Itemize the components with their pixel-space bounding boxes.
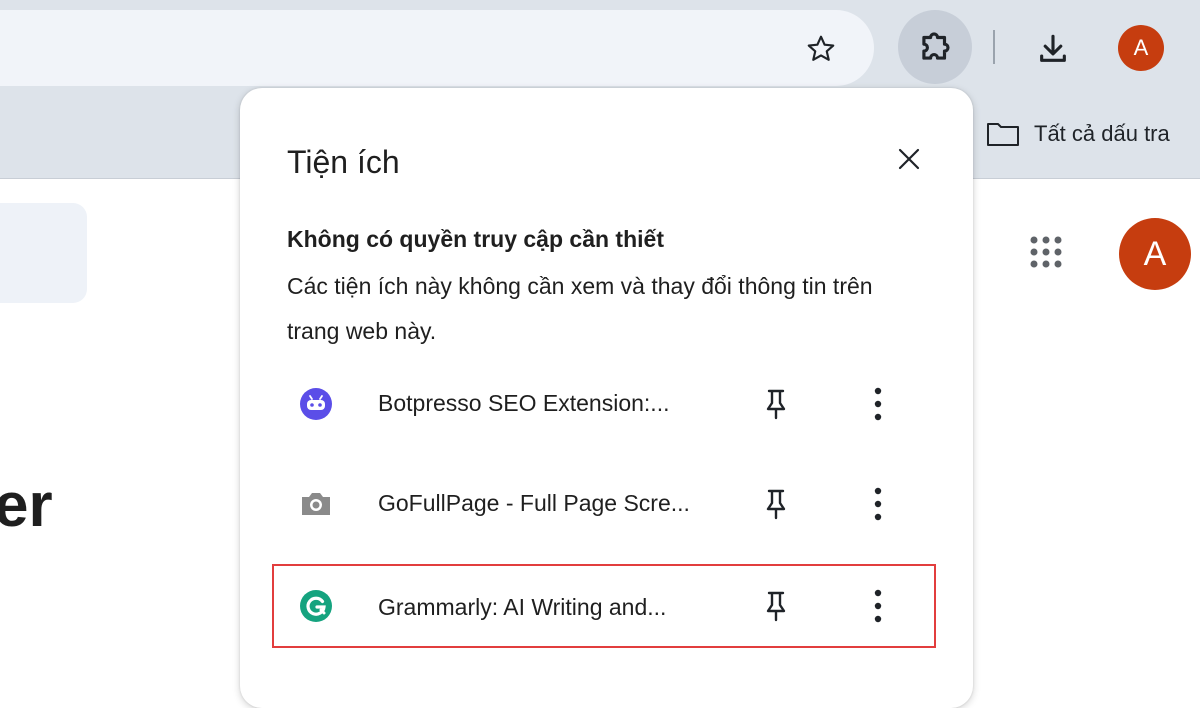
more-options-button[interactable] bbox=[860, 588, 896, 624]
extension-name: Grammarly: AI Writing and... bbox=[378, 594, 667, 620]
account-initial: A bbox=[1143, 234, 1167, 273]
section-title: Không có quyền truy cập cần thiết bbox=[287, 226, 664, 252]
pin-button[interactable] bbox=[758, 588, 794, 624]
address-bar[interactable] bbox=[0, 10, 874, 86]
apps-grid-icon bbox=[1030, 236, 1062, 268]
google-apps-button[interactable] bbox=[1028, 234, 1068, 274]
kebab-menu-icon bbox=[874, 487, 882, 521]
all-bookmarks-label: Tất cả dấu tra bbox=[1034, 121, 1170, 146]
puzzle-icon bbox=[922, 32, 950, 60]
page-search-box[interactable] bbox=[0, 203, 87, 303]
close-button[interactable] bbox=[888, 138, 930, 180]
pin-icon bbox=[766, 389, 786, 420]
pin-button[interactable] bbox=[758, 486, 794, 522]
account-avatar[interactable]: A bbox=[1119, 218, 1191, 290]
section-description: Các tiện ích này không cần xem và thay đ… bbox=[287, 273, 873, 344]
profile-avatar-button[interactable]: A bbox=[1118, 25, 1164, 71]
all-bookmarks-button[interactable]: Tất cả dấu tra bbox=[986, 116, 1170, 152]
grammarly-icon bbox=[298, 588, 334, 624]
kebab-menu-icon bbox=[874, 387, 882, 421]
extension-row-highlighted[interactable]: Grammarly: AI Writing and... bbox=[272, 564, 936, 648]
page-heading: er bbox=[0, 471, 53, 540]
extensions-button[interactable] bbox=[898, 10, 972, 84]
pin-icon bbox=[766, 489, 786, 520]
more-options-button[interactable] bbox=[860, 386, 896, 422]
toolbar-separator bbox=[993, 30, 995, 64]
extension-name: Botpresso SEO Extension:... bbox=[378, 390, 670, 416]
extensions-popup: Tiện ích Không có quyền truy cập cần thi… bbox=[240, 88, 973, 708]
pin-button[interactable] bbox=[758, 386, 794, 422]
close-icon bbox=[898, 148, 920, 170]
extension-name: GoFullPage - Full Page Scre... bbox=[378, 490, 690, 516]
more-options-button[interactable] bbox=[860, 486, 896, 522]
profile-initial: A bbox=[1133, 35, 1149, 60]
extension-row[interactable]: Botpresso SEO Extension:... bbox=[274, 372, 934, 436]
pin-icon bbox=[766, 591, 786, 622]
extension-row[interactable]: GoFullPage - Full Page Scre... bbox=[274, 472, 934, 536]
download-icon bbox=[1040, 34, 1066, 62]
star-icon bbox=[807, 35, 835, 61]
camera-icon bbox=[298, 486, 334, 522]
browser-toolbar: A bbox=[0, 0, 1200, 88]
kebab-menu-icon bbox=[874, 589, 882, 623]
downloads-button[interactable] bbox=[1030, 26, 1076, 72]
folder-icon bbox=[987, 123, 1019, 146]
bookmark-star-button[interactable] bbox=[798, 26, 844, 72]
botpresso-icon bbox=[298, 386, 334, 422]
popup-title: Tiện ích bbox=[287, 144, 400, 180]
